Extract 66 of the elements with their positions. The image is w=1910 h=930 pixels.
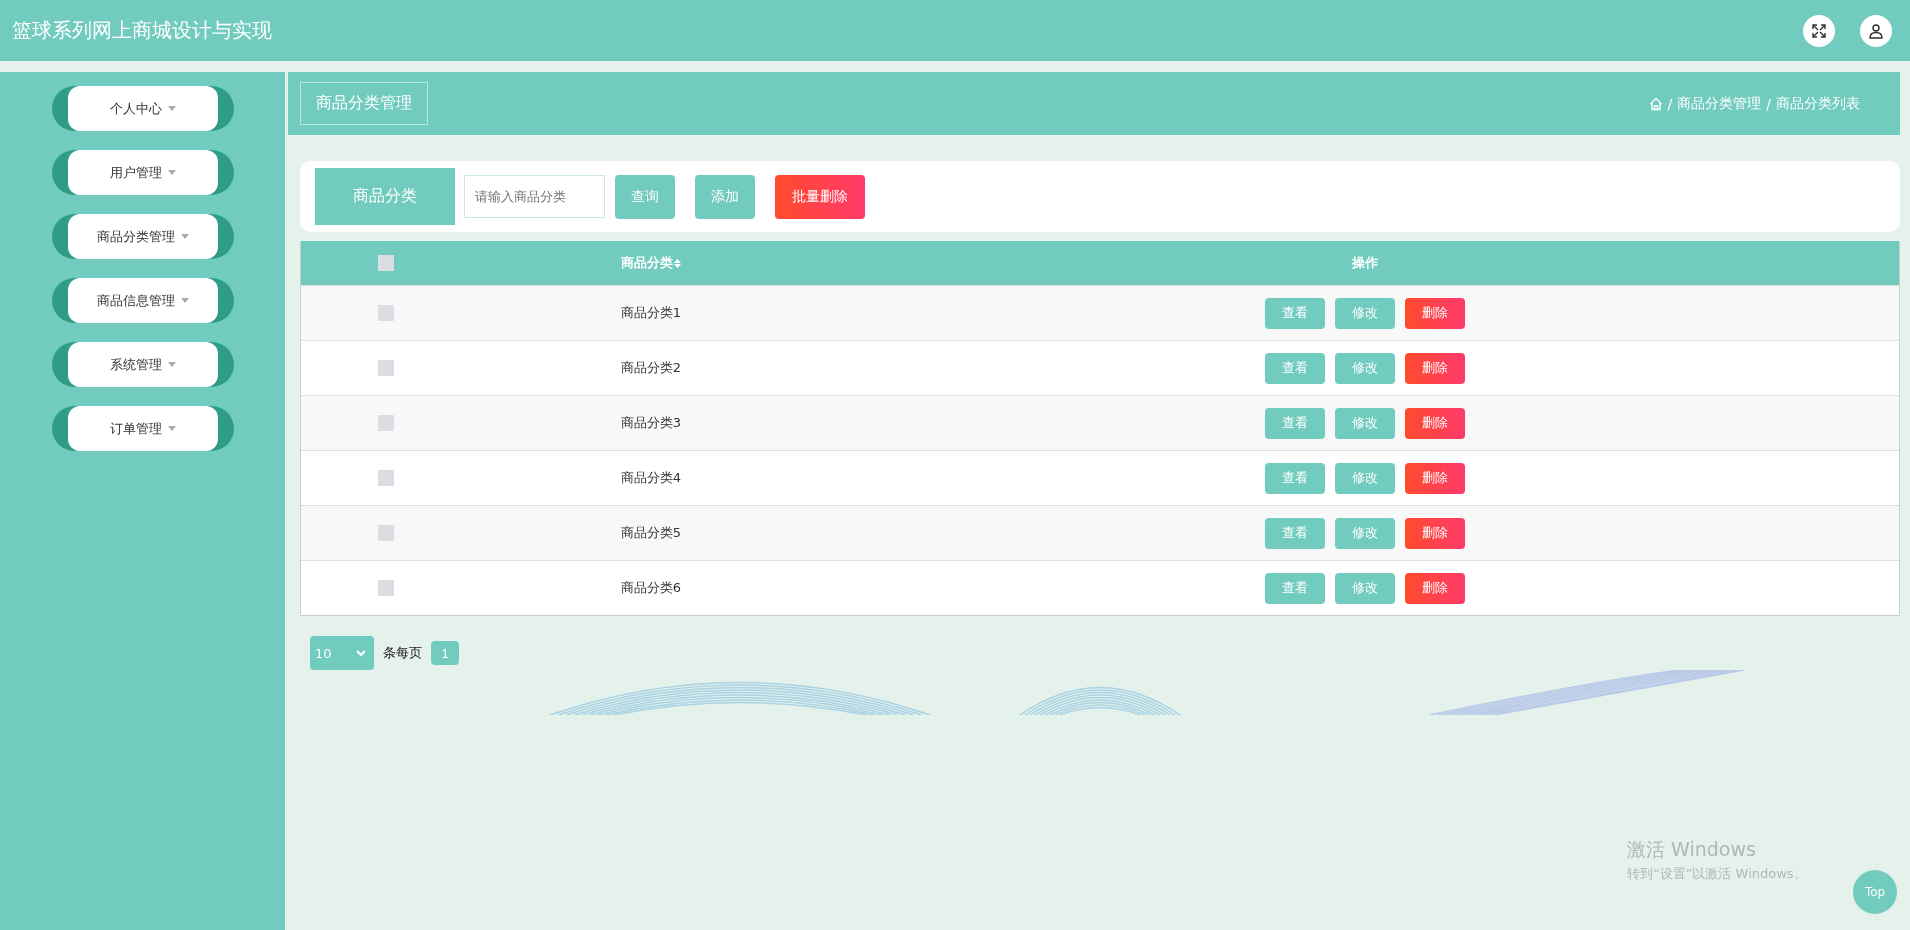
breadcrumb-separator: /: [1766, 95, 1771, 112]
table-cell: 商品分类1: [620, 304, 682, 322]
row-checkbox[interactable]: [378, 415, 394, 431]
page-size-select[interactable]: 10: [310, 636, 374, 670]
row-checkbox[interactable]: [378, 525, 394, 541]
page-button[interactable]: 1: [431, 641, 459, 665]
table-cell: 商品分类5: [620, 524, 682, 542]
caret-icon: [167, 362, 176, 367]
row-action-button[interactable]: 删除: [1405, 297, 1465, 329]
toolbar-button[interactable]: 批量删除: [775, 174, 865, 219]
table-cell: 商品分类3: [620, 414, 682, 432]
row-action-button[interactable]: 查看: [1265, 462, 1325, 494]
breadcrumb-item[interactable]: 商品分类管理: [1677, 94, 1762, 113]
row-checkbox[interactable]: [378, 470, 394, 486]
row-checkbox[interactable]: [378, 360, 394, 376]
back-to-top-button[interactable]: Top: [1853, 870, 1897, 914]
search-field[interactable]: 请输入商品分类: [464, 175, 605, 218]
column-header[interactable]: 商品分类: [621, 254, 681, 272]
sidebar-menu-item[interactable]: 商品信息管理: [51, 278, 234, 323]
app-title: 篮球系列网上商城设计与实现: [12, 17, 272, 44]
sidebar-menu-item[interactable]: 订单管理: [51, 406, 234, 451]
row-action-button[interactable]: 删除: [1405, 462, 1465, 494]
row-action-button[interactable]: 修改: [1335, 517, 1395, 549]
row-action-button[interactable]: 删除: [1405, 572, 1465, 604]
toolbar-button[interactable]: 添加: [695, 174, 755, 219]
row-action-button[interactable]: 删除: [1405, 407, 1465, 439]
toolbar-button[interactable]: 查询: [615, 174, 675, 219]
page-title: 商品分类管理: [300, 82, 428, 125]
row-action-button[interactable]: 查看: [1265, 352, 1325, 384]
breadcrumb-separator: /: [1667, 95, 1673, 112]
row-action-button[interactable]: 修改: [1335, 297, 1395, 329]
row-checkbox[interactable]: [378, 580, 394, 596]
caret-icon: [167, 106, 176, 111]
row-action-button[interactable]: 修改: [1335, 462, 1395, 494]
sidebar-menu-item[interactable]: 个人中心: [51, 86, 234, 131]
row-action-button[interactable]: 查看: [1265, 572, 1325, 604]
row-action-button[interactable]: 查看: [1265, 297, 1325, 329]
chevron-down-icon: [356, 649, 366, 657]
search-label: 商品分类: [315, 168, 455, 225]
sidebar-menu-item[interactable]: 用户管理: [51, 150, 234, 195]
user-icon[interactable]: [1860, 14, 1892, 47]
row-action-button[interactable]: 删除: [1405, 517, 1465, 549]
sort-icon[interactable]: [674, 258, 681, 268]
row-checkbox[interactable]: [378, 305, 394, 321]
home-icon[interactable]: [1648, 96, 1663, 111]
breadcrumb-item[interactable]: 商品分类列表: [1776, 94, 1860, 113]
caret-icon: [180, 234, 189, 239]
fullscreen-icon[interactable]: [1803, 14, 1835, 47]
sidebar-menu-item[interactable]: 系统管理: [51, 342, 234, 387]
table-cell: 商品分类6: [620, 579, 682, 597]
row-action-button[interactable]: 修改: [1335, 352, 1395, 384]
row-action-button[interactable]: 修改: [1335, 407, 1395, 439]
table-cell: 商品分类2: [620, 359, 682, 377]
row-action-button[interactable]: 删除: [1405, 352, 1465, 384]
column-header: 操作: [1352, 254, 1378, 272]
caret-icon: [167, 426, 176, 431]
table-cell: 商品分类4: [620, 469, 682, 487]
caret-icon: [180, 298, 189, 303]
row-action-button[interactable]: 修改: [1335, 572, 1395, 604]
row-action-button[interactable]: 查看: [1265, 517, 1325, 549]
row-action-button[interactable]: 查看: [1265, 407, 1325, 439]
page-size-label: 条每页: [383, 644, 422, 662]
caret-icon: [167, 170, 176, 175]
sidebar-menu-item[interactable]: 商品分类管理: [51, 214, 234, 259]
activation-notice-title: 激活 Windows: [1627, 837, 1757, 862]
select-all-checkbox[interactable]: [378, 255, 394, 271]
